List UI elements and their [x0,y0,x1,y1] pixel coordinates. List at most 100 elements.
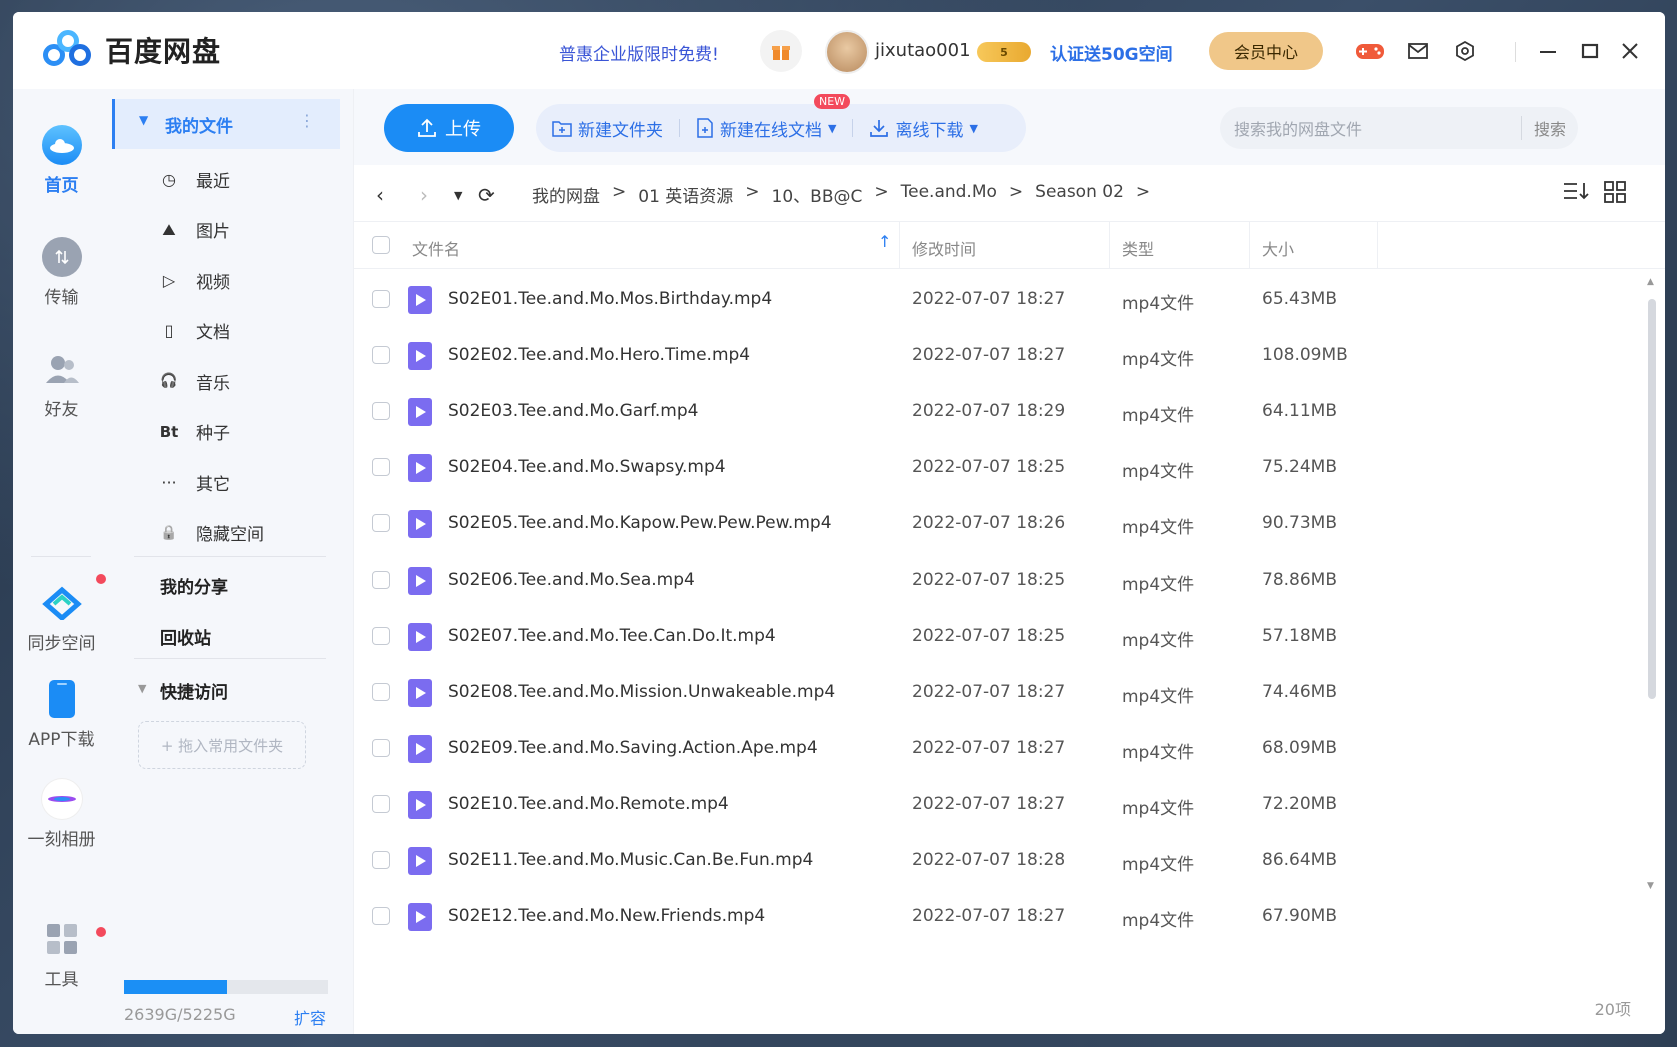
new-online-doc-button[interactable]: 新建在线文档 ▼ NEW [696,93,851,141]
game-icon[interactable] [1355,36,1385,66]
file-name[interactable]: S02E03.Tee.and.Mo.Garf.mp4 [448,401,698,421]
table-row[interactable]: S02E02.Tee.and.Mo.Hero.Time.mp4 2022-07-0… [354,327,1549,383]
table-row[interactable]: S02E11.Tee.and.Mo.Music.Can.Be.Fun.mp4 20… [354,832,1549,888]
file-name[interactable]: S02E10.Tee.and.Mo.Remote.mp4 [448,794,729,814]
search-button[interactable]: 搜索 [1520,116,1578,140]
row-checkbox[interactable] [372,682,390,701]
expand-storage-link[interactable]: 扩容 [294,1005,326,1029]
file-name[interactable]: S02E02.Tee.and.Mo.Hero.Time.mp4 [448,345,750,365]
table-row[interactable]: S02E03.Tee.and.Mo.Garf.mp4 2022-07-07 18:… [354,383,1549,439]
sort-ascending-icon[interactable]: ↑ [878,232,891,251]
file-name[interactable]: S02E08.Tee.and.Mo.Mission.Unwakeable.mp4 [448,682,835,702]
row-checkbox[interactable] [372,907,390,926]
row-checkbox[interactable] [372,851,390,869]
column-header-size[interactable]: 大小 [1262,236,1294,260]
table-row[interactable]: S02E06.Tee.and.Mo.Sea.mp4 2022-07-07 18:2… [354,552,1549,608]
row-checkbox[interactable] [372,290,390,308]
sidebar-item[interactable]: 🎧 音乐 [110,361,338,401]
nav-sync[interactable]: 同步空间 [13,583,110,654]
drop-folder-zone[interactable]: + 拖入常用文件夹 [138,721,306,769]
table-row[interactable]: S02E04.Tee.and.Mo.Swapsy.mp4 2022-07-07 1… [354,439,1549,495]
app-logo[interactable]: 百度网盘 [43,30,221,70]
username[interactable]: jixutao001 [875,40,971,61]
back-icon[interactable]: ‹ [376,183,384,207]
mail-icon[interactable] [1403,36,1433,66]
grid-view-icon[interactable] [1604,181,1626,209]
more-vertical-icon[interactable]: ⋮ [299,111,315,130]
column-header-modified[interactable]: 修改时间 [912,236,976,260]
table-row[interactable]: S02E10.Tee.and.Mo.Remote.mp4 2022-07-07 1… [354,776,1549,832]
file-name[interactable]: S02E04.Tee.and.Mo.Swapsy.mp4 [448,457,726,477]
file-name[interactable]: S02E07.Tee.and.Mo.Tee.Can.Do.It.mp4 [448,626,776,646]
sidebar-item[interactable]: ▷ 视频 [110,260,338,300]
sidebar-my-share[interactable]: 我的分享 [160,573,228,598]
breadcrumb-item[interactable]: Tee.and.Mo [901,182,997,207]
sidebar-item[interactable]: Bt 种子 [110,412,338,452]
new-folder-button[interactable]: 新建文件夹 [552,116,663,141]
sidebar-my-files[interactable]: ▼ 我的文件 ⋮ [112,99,340,149]
file-name[interactable]: S02E06.Tee.and.Mo.Sea.mp4 [448,570,695,590]
breadcrumb-item[interactable]: 10、BB@C [772,182,863,207]
row-checkbox[interactable] [372,570,390,589]
column-header-type[interactable]: 类型 [1122,236,1154,260]
table-row[interactable]: S02E05.Tee.and.Mo.Kapow.Pew.Pew.Pew.mp4 2… [354,495,1549,551]
scrollbar[interactable]: ▲ ▼ [1647,277,1657,891]
history-dropdown-icon[interactable]: ▼ [454,189,462,202]
row-checkbox[interactable] [372,402,390,421]
sidebar-item[interactable]: ⛰ 图片 [110,210,338,250]
table-row[interactable]: S02E01.Tee.and.Mo.Mos.Birthday.mp4 2022-0… [354,271,1549,327]
nav-home[interactable]: 首页 [13,125,110,196]
settings-icon[interactable] [1450,36,1480,66]
scroll-up-icon[interactable]: ▲ [1647,277,1654,287]
row-checkbox[interactable] [372,626,390,645]
table-row[interactable]: S02E12.Tee.and.Mo.New.Friends.mp4 2022-07… [354,888,1549,944]
sort-icon[interactable] [1563,181,1589,207]
select-all-checkbox[interactable] [372,236,390,254]
breadcrumb-item[interactable]: 我的网盘 [532,182,600,207]
scrollbar-thumb[interactable] [1648,299,1656,699]
nav-transfer[interactable]: 传输 [13,237,110,308]
sidebar-quick-access[interactable]: 快捷访问 [160,678,228,703]
table-row[interactable]: S02E07.Tee.and.Mo.Tee.Can.Do.It.mp4 2022-… [354,608,1549,664]
file-name[interactable]: S02E05.Tee.and.Mo.Kapow.Pew.Pew.Pew.mp4 [448,513,832,533]
upload-button[interactable]: 上传 [384,104,514,152]
sidebar-item[interactable]: ▯ 文档 [110,311,338,351]
offline-download-button[interactable]: 离线下载 ▼ [869,116,978,141]
search-input[interactable]: 搜索我的网盘文件 [1220,116,1521,140]
nav-friends[interactable]: 好友 [13,349,110,420]
scroll-down-icon[interactable]: ▼ [1647,881,1654,891]
sidebar-item[interactable]: ··· 其它 [110,462,338,502]
file-name[interactable]: S02E11.Tee.and.Mo.Music.Can.Be.Fun.mp4 [448,850,813,870]
avatar[interactable] [825,30,869,74]
file-name[interactable]: S02E09.Tee.and.Mo.Saving.Action.Ape.mp4 [448,738,818,758]
member-center-button[interactable]: 会员中心 [1209,32,1323,70]
table-row[interactable]: S02E09.Tee.and.Mo.Saving.Action.Ape.mp4 2… [354,720,1549,776]
cert-link[interactable]: 认证送50G空间 [1050,40,1173,65]
forward-icon[interactable]: › [420,183,428,207]
row-checkbox[interactable] [372,346,390,365]
breadcrumb-item[interactable]: 01 英语资源 [638,182,733,207]
row-checkbox[interactable] [372,458,390,477]
maximize-icon[interactable] [1575,36,1605,66]
sidebar-recycle-bin[interactable]: 回收站 [160,624,211,649]
breadcrumb-item[interactable]: Season 02 [1035,182,1124,207]
nav-album[interactable]: 一刻相册 [13,779,110,850]
nav-app-download[interactable]: APP下载 [13,679,110,750]
table-row[interactable]: S02E08.Tee.and.Mo.Mission.Unwakeable.mp4… [354,664,1549,720]
close-icon[interactable] [1615,36,1645,66]
promo-link[interactable]: 普惠企业版限时免费! [559,40,719,65]
caret-down-icon[interactable]: ▼ [138,682,146,695]
sidebar-item[interactable]: 🔒 隐藏空间 [110,513,338,553]
refresh-icon[interactable]: ⟳ [478,183,495,207]
row-checkbox[interactable] [372,794,390,813]
column-header-name[interactable]: 文件名 [412,236,460,260]
minimize-icon[interactable] [1533,36,1563,66]
gift-icon[interactable] [760,30,802,72]
file-name[interactable]: S02E01.Tee.and.Mo.Mos.Birthday.mp4 [448,289,772,309]
search-box[interactable]: 搜索我的网盘文件 搜索 [1220,107,1578,149]
sidebar-item[interactable]: ◷ 最近 [110,159,338,199]
row-checkbox[interactable] [372,514,390,533]
row-checkbox[interactable] [372,738,390,757]
file-name[interactable]: S02E12.Tee.and.Mo.New.Friends.mp4 [448,906,765,926]
vip-level-badge[interactable]: 5 [977,42,1031,62]
